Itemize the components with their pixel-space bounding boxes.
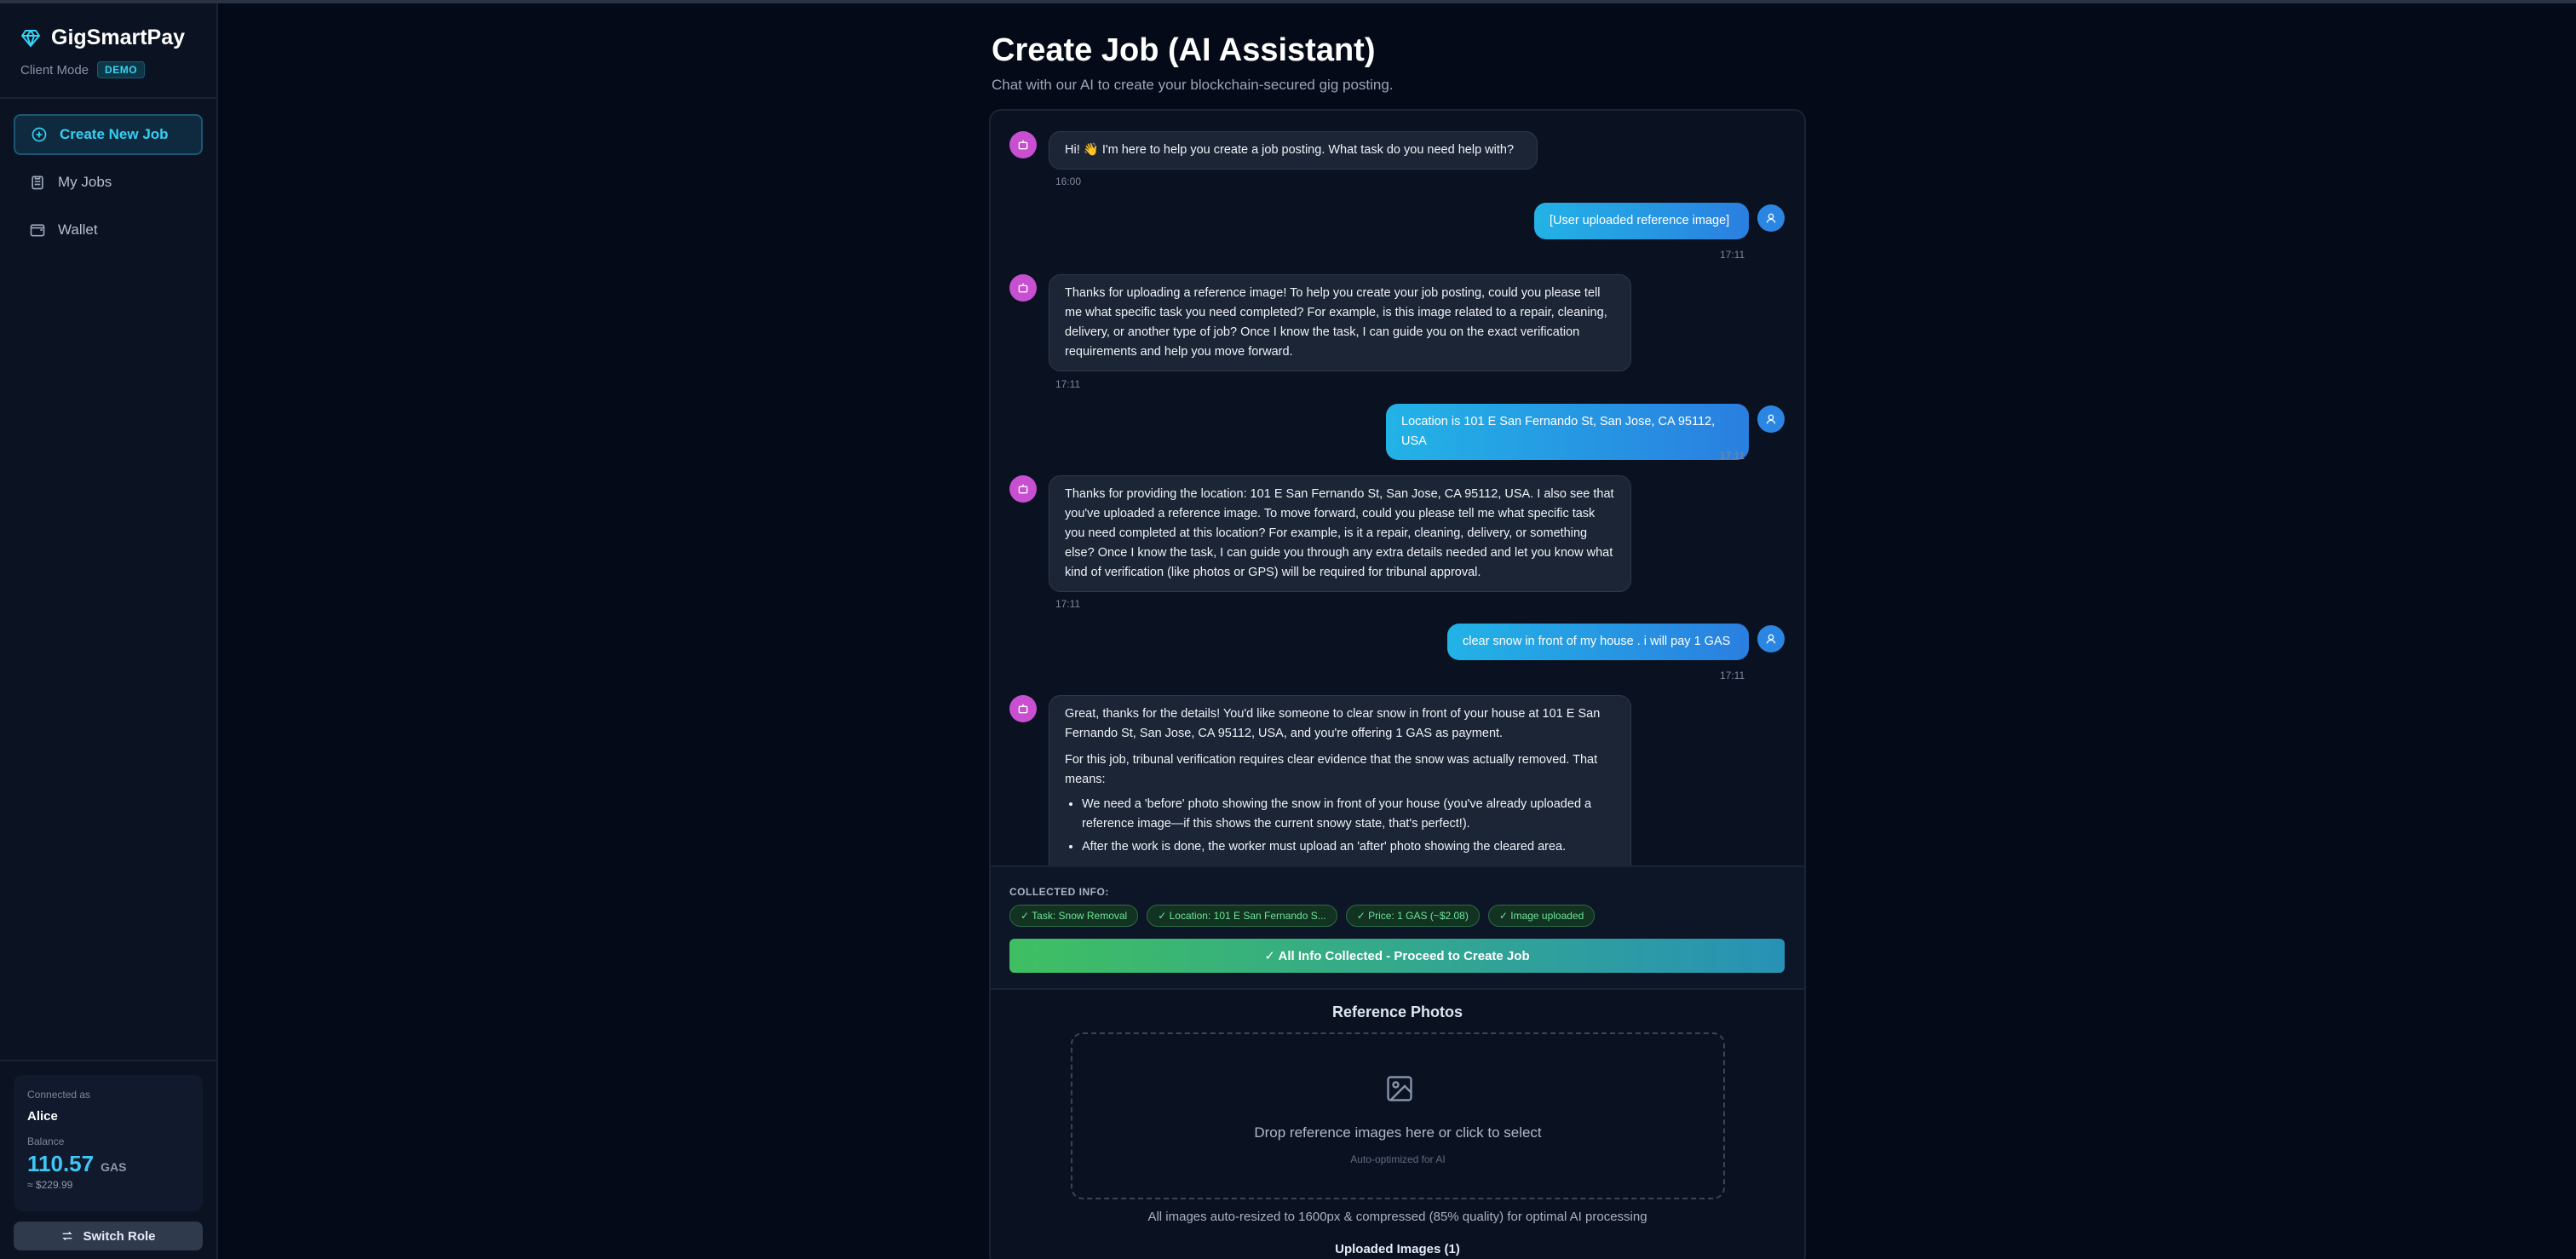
message-time: 17:11 xyxy=(1720,249,1745,261)
sidebar: GigSmartPay Client Mode DEMO Create New … xyxy=(0,3,218,1259)
resize-note: All images auto-resized to 1600px & comp… xyxy=(1147,1210,1647,1224)
user-avatar xyxy=(1757,405,1785,433)
chip-location: ✓ Location: 101 E San Fernando S... xyxy=(1147,905,1337,927)
ai-avatar xyxy=(1009,475,1037,503)
user-icon xyxy=(1766,634,1776,644)
reference-photos-title: Reference Photos xyxy=(1331,1003,1463,1020)
message-list: We need a 'before' photo showing the sno… xyxy=(1065,795,1615,857)
balance: 110.57 GAS xyxy=(27,1151,189,1177)
sidebar-divider xyxy=(0,1060,216,1061)
brand-name: GigSmartPay xyxy=(51,26,186,49)
message-time: 17:11 xyxy=(1055,378,1081,390)
chat-message-ai: Thanks for providing the location: 101 E… xyxy=(1049,475,1631,592)
mode-indicator: Client Mode DEMO xyxy=(20,61,146,78)
chip-price: ✓ Price: 1 GAS (~$2.08) xyxy=(1345,905,1480,927)
user-icon xyxy=(1766,414,1776,424)
wallet-icon xyxy=(30,224,45,237)
account-card: Connected as Alice Balance 110.57 GAS ≈ … xyxy=(14,1075,203,1211)
user-icon xyxy=(1766,213,1776,223)
nav-my-jobs[interactable]: My Jobs xyxy=(14,162,203,203)
chip-image: ✓ Image uploaded xyxy=(1487,905,1596,927)
bot-icon xyxy=(1018,140,1028,150)
chat-panel: Hi! 👋 I'm here to help you create a job … xyxy=(989,109,1806,1259)
image-dropzone[interactable]: Drop reference images here or click to s… xyxy=(1071,1032,1725,1199)
chat-message-user: clear snow in front of my house . i will… xyxy=(1447,624,1749,660)
bot-icon xyxy=(1018,484,1028,494)
chat-message-ai: Thanks for uploading a reference image! … xyxy=(1049,274,1631,371)
ai-avatar xyxy=(1009,274,1037,302)
message-time: 17:11 xyxy=(1720,670,1745,681)
message-paragraph: Great, thanks for the details! You'd lik… xyxy=(1065,707,1601,740)
message-time: 17:11 xyxy=(1720,450,1745,462)
connected-label: Connected as xyxy=(27,1089,91,1101)
mode-label: Client Mode xyxy=(20,62,89,78)
sidebar-divider xyxy=(0,97,216,99)
chat-message-ai: Hi! 👋 I'm here to help you create a job … xyxy=(1049,131,1538,170)
ai-avatar xyxy=(1009,131,1037,158)
message-time: 16:00 xyxy=(1055,175,1082,187)
chat-message-ai: Great, thanks for the details! You'd lik… xyxy=(1049,695,1631,891)
collected-info-panel: COLLECTED INFO: ✓ Task: Snow Removal ✓ L… xyxy=(991,865,1804,990)
page-subtitle: Chat with our AI to create your blockcha… xyxy=(992,77,1394,93)
collected-info-label: COLLECTED INFO: xyxy=(1009,886,1109,898)
swap-icon xyxy=(62,1231,73,1241)
clipboard-icon xyxy=(32,175,43,190)
message-time: 17:11 xyxy=(1055,598,1081,610)
image-icon xyxy=(1387,1076,1412,1101)
collected-chips: ✓ Task: Snow Removal ✓ Location: 101 E S… xyxy=(1009,905,1596,927)
balance-usd: ≈ $229.99 xyxy=(27,1179,73,1191)
app-window: GigSmartPay Client Mode DEMO Create New … xyxy=(0,0,2576,1259)
user-avatar xyxy=(1757,625,1785,652)
account-name: Alice xyxy=(27,1109,58,1124)
nav-create-new-job[interactable]: Create New Job xyxy=(14,114,203,155)
bot-icon xyxy=(1018,704,1028,714)
chip-task: ✓ Task: Snow Removal xyxy=(1009,905,1139,927)
message-paragraph: For this job, tribunal verification requ… xyxy=(1065,753,1598,786)
ai-avatar xyxy=(1009,695,1037,722)
proceed-create-job-button[interactable]: ✓ All Info Collected - Proceed to Create… xyxy=(1009,939,1785,973)
nav-label: Wallet xyxy=(58,221,98,238)
nav-wallet[interactable]: Wallet xyxy=(14,210,203,250)
demo-badge: DEMO xyxy=(97,61,146,78)
nav-label: Create New Job xyxy=(60,126,169,142)
bot-icon xyxy=(1018,283,1028,293)
list-item: After the work is done, the worker must … xyxy=(1082,837,1615,857)
balance-label: Balance xyxy=(27,1135,65,1147)
uploaded-images-title: Uploaded Images (1) xyxy=(1335,1242,1460,1256)
dropzone-subtext: Auto-optimized for AI xyxy=(1350,1153,1446,1165)
nav-label: My Jobs xyxy=(58,174,112,190)
list-item: We need a 'before' photo showing the sno… xyxy=(1082,795,1615,834)
dropzone-text: Drop reference images here or click to s… xyxy=(1254,1124,1542,1141)
switch-role-button[interactable]: Switch Role xyxy=(14,1222,203,1250)
diamond-icon xyxy=(21,29,40,47)
user-avatar xyxy=(1757,204,1785,232)
plus-circle-icon xyxy=(32,127,47,142)
chat-message-user: Location is 101 E San Fernando St, San J… xyxy=(1386,404,1749,460)
brand[interactable]: GigSmartPay xyxy=(20,26,185,50)
balance-value: 110.57 xyxy=(27,1151,95,1176)
page-title: Create Job (AI Assistant) xyxy=(992,32,1376,68)
chat-message-user: [User uploaded reference image] xyxy=(1534,203,1749,239)
balance-unit: GAS xyxy=(101,1160,127,1174)
switch-role-label: Switch Role xyxy=(83,1228,156,1244)
